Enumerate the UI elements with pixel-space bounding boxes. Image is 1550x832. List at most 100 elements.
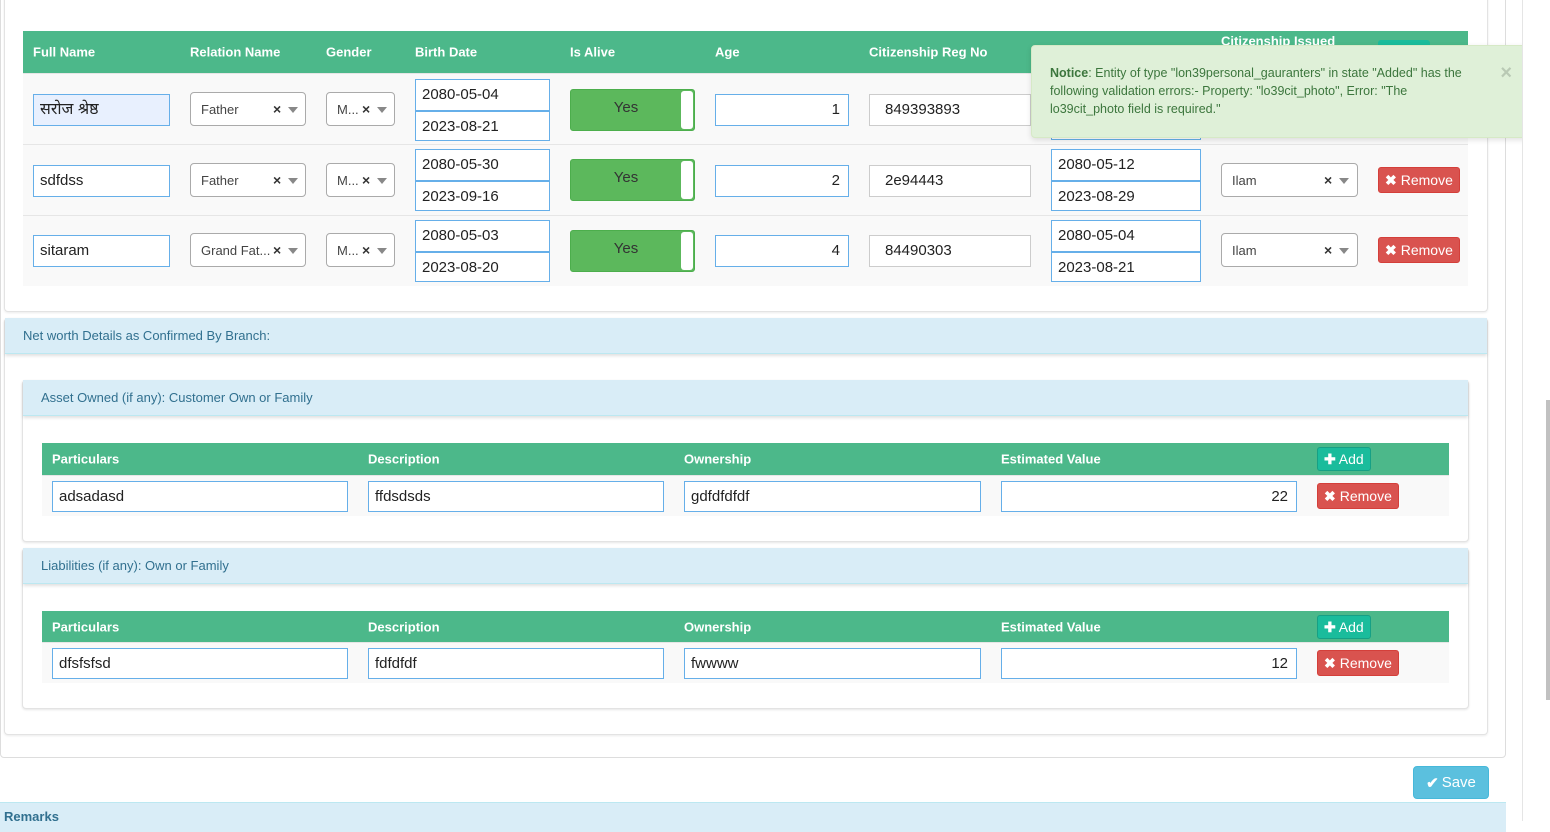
- plus-icon: ✚: [1324, 450, 1336, 467]
- close-icon[interactable]: ×: [1500, 63, 1512, 83]
- is-alive-toggle[interactable]: Yes: [570, 159, 695, 201]
- networth-heading-text: Net worth Details as Confirmed By Branch…: [23, 328, 271, 343]
- toggle-knob: [681, 161, 693, 199]
- citizenship-issued-date-bs-input[interactable]: 2080-05-12: [1051, 149, 1201, 181]
- col-particulars: Particulars: [52, 451, 120, 467]
- chevron-down-icon: [377, 178, 387, 184]
- remove-label: Remove: [1400, 172, 1453, 188]
- gender-select-value: M...: [337, 101, 359, 117]
- add-asset-button[interactable]: ✚ Add: [1317, 447, 1371, 471]
- remove-icon: ✖: [1324, 487, 1336, 504]
- assets-table-header: Particulars Description Ownership Estima…: [42, 443, 1449, 475]
- remove-button[interactable]: ✖ Remove: [1317, 650, 1399, 676]
- is-alive-toggle-label: Yes: [613, 240, 639, 257]
- issued-district-value: Ilam: [1232, 172, 1257, 188]
- save-button[interactable]: ✔ Save: [1413, 766, 1489, 799]
- remove-icon: ✖: [1324, 654, 1336, 671]
- relation-select[interactable]: Father ×: [190, 163, 306, 197]
- liabilities-table-header: Particulars Description Ownership Estima…: [42, 611, 1449, 642]
- citizenship-reg-no-input[interactable]: 849393893: [869, 94, 1031, 126]
- gender-select[interactable]: M... ×: [326, 233, 395, 267]
- remove-button[interactable]: ✖ Remove: [1317, 483, 1399, 509]
- liability-estimated-value-input[interactable]: 12: [1001, 648, 1297, 679]
- asset-particulars-input[interactable]: adsadasd: [52, 481, 348, 512]
- remove-label: Remove: [1339, 488, 1392, 504]
- chevron-down-icon: [1339, 178, 1349, 184]
- issued-district-select[interactable]: Ilam ×: [1221, 163, 1358, 197]
- chevron-down-icon: [288, 178, 298, 184]
- col-is-alive: Is Alive: [570, 44, 616, 60]
- add-label: Add: [1338, 451, 1364, 467]
- full-name-input[interactable]: सरोज श्रेष्ठ: [33, 94, 170, 126]
- asset-description-input[interactable]: ffdsdsds: [368, 481, 664, 512]
- gender-select[interactable]: M... ×: [326, 163, 395, 197]
- col-birth-date: Birth Date: [415, 44, 478, 60]
- relation-select[interactable]: Father ×: [190, 92, 306, 126]
- is-alive-toggle[interactable]: Yes: [570, 230, 695, 272]
- liability-particulars-input[interactable]: dfsfsfsd: [52, 648, 348, 679]
- notice-title: Notice: [1050, 66, 1089, 80]
- gender-select[interactable]: M... ×: [326, 92, 395, 126]
- liabilities-heading-text: Liabilities (if any): Own or Family: [41, 558, 229, 573]
- birth-date-bs-input[interactable]: 2080-05-03: [415, 220, 550, 252]
- is-alive-toggle-label: Yes: [613, 169, 639, 186]
- age-input[interactable]: 2: [715, 165, 849, 197]
- clear-icon[interactable]: ×: [362, 242, 370, 258]
- chevron-down-icon: [1339, 248, 1349, 254]
- relation-select-value: Grand Fat...: [201, 242, 271, 258]
- liabilities-heading: Liabilities (if any): Own or Family: [23, 548, 1468, 584]
- full-name-input[interactable]: sdfdss: [33, 165, 170, 197]
- clear-icon[interactable]: ×: [362, 172, 370, 188]
- add-liability-button[interactable]: ✚ Add: [1317, 615, 1371, 639]
- col-ownership: Ownership: [684, 451, 752, 467]
- citizenship-reg-no-input[interactable]: 84490303: [869, 235, 1031, 267]
- liability-description-input[interactable]: fdfdfdf: [368, 648, 664, 679]
- relation-select[interactable]: Grand Fat... ×: [190, 233, 306, 267]
- asset-estimated-value-input[interactable]: 22: [1001, 481, 1297, 512]
- issued-district-value: Ilam: [1232, 242, 1257, 258]
- toggle-knob: [681, 91, 693, 129]
- clear-icon[interactable]: ×: [273, 172, 281, 188]
- remarks-heading: Remarks: [0, 802, 1506, 832]
- is-alive-toggle[interactable]: Yes: [570, 89, 695, 131]
- col-gender: Gender: [326, 44, 372, 60]
- remove-icon: ✖: [1385, 241, 1397, 258]
- clear-icon[interactable]: ×: [362, 101, 370, 117]
- clear-icon[interactable]: ×: [1324, 172, 1332, 188]
- chevron-down-icon: [288, 107, 298, 113]
- birth-date-bs-input[interactable]: 2080-05-04: [415, 79, 550, 111]
- citizenship-issued-date-bs-input[interactable]: 2080-05-04: [1051, 220, 1201, 252]
- citizenship-issued-date-ad-input[interactable]: 2023-08-21: [1051, 252, 1201, 282]
- is-alive-toggle-label: Yes: [613, 99, 639, 116]
- remove-icon: ✖: [1385, 171, 1397, 188]
- birth-date-ad-input[interactable]: 2023-09-16: [415, 181, 550, 211]
- full-name-input[interactable]: sitaram: [33, 235, 170, 267]
- age-input[interactable]: 1: [715, 94, 849, 126]
- clear-icon[interactable]: ×: [273, 101, 281, 117]
- birth-date-bs-input[interactable]: 2080-05-30: [415, 149, 550, 181]
- issued-district-select[interactable]: Ilam ×: [1221, 233, 1358, 267]
- col-age: Age: [715, 44, 740, 60]
- notice-message: : Entity of type "lon39personal_gaurante…: [1050, 66, 1462, 116]
- age-input[interactable]: 4: [715, 235, 849, 267]
- clear-icon[interactable]: ×: [273, 242, 281, 258]
- chevron-down-icon: [377, 248, 387, 254]
- remove-button[interactable]: ✖ Remove: [1378, 167, 1460, 193]
- add-label: Add: [1338, 619, 1364, 635]
- validation-notice: Notice: Entity of type "lon39personal_ga…: [1031, 45, 1531, 138]
- save-label: Save: [1441, 774, 1476, 791]
- remove-label: Remove: [1400, 242, 1453, 258]
- scrollbar-thumb[interactable]: [1546, 400, 1550, 700]
- citizenship-reg-no-input[interactable]: 2e94443: [869, 165, 1031, 197]
- liability-ownership-input[interactable]: fwwww: [684, 648, 981, 679]
- assets-heading-text: Asset Owned (if any): Customer Own or Fa…: [41, 390, 313, 405]
- chevron-down-icon: [377, 107, 387, 113]
- birth-date-ad-input[interactable]: 2023-08-20: [415, 252, 550, 282]
- remove-button[interactable]: ✖ Remove: [1378, 237, 1460, 263]
- clear-icon[interactable]: ×: [1324, 242, 1332, 258]
- birth-date-ad-input[interactable]: 2023-08-21: [415, 111, 550, 141]
- citizenship-issued-date-ad-input[interactable]: 2023-08-29: [1051, 181, 1201, 211]
- col-estimated-value: Estimated Value: [1001, 619, 1101, 634]
- col-description: Description: [368, 451, 440, 467]
- asset-ownership-input[interactable]: gdfdfdfdf: [684, 481, 981, 512]
